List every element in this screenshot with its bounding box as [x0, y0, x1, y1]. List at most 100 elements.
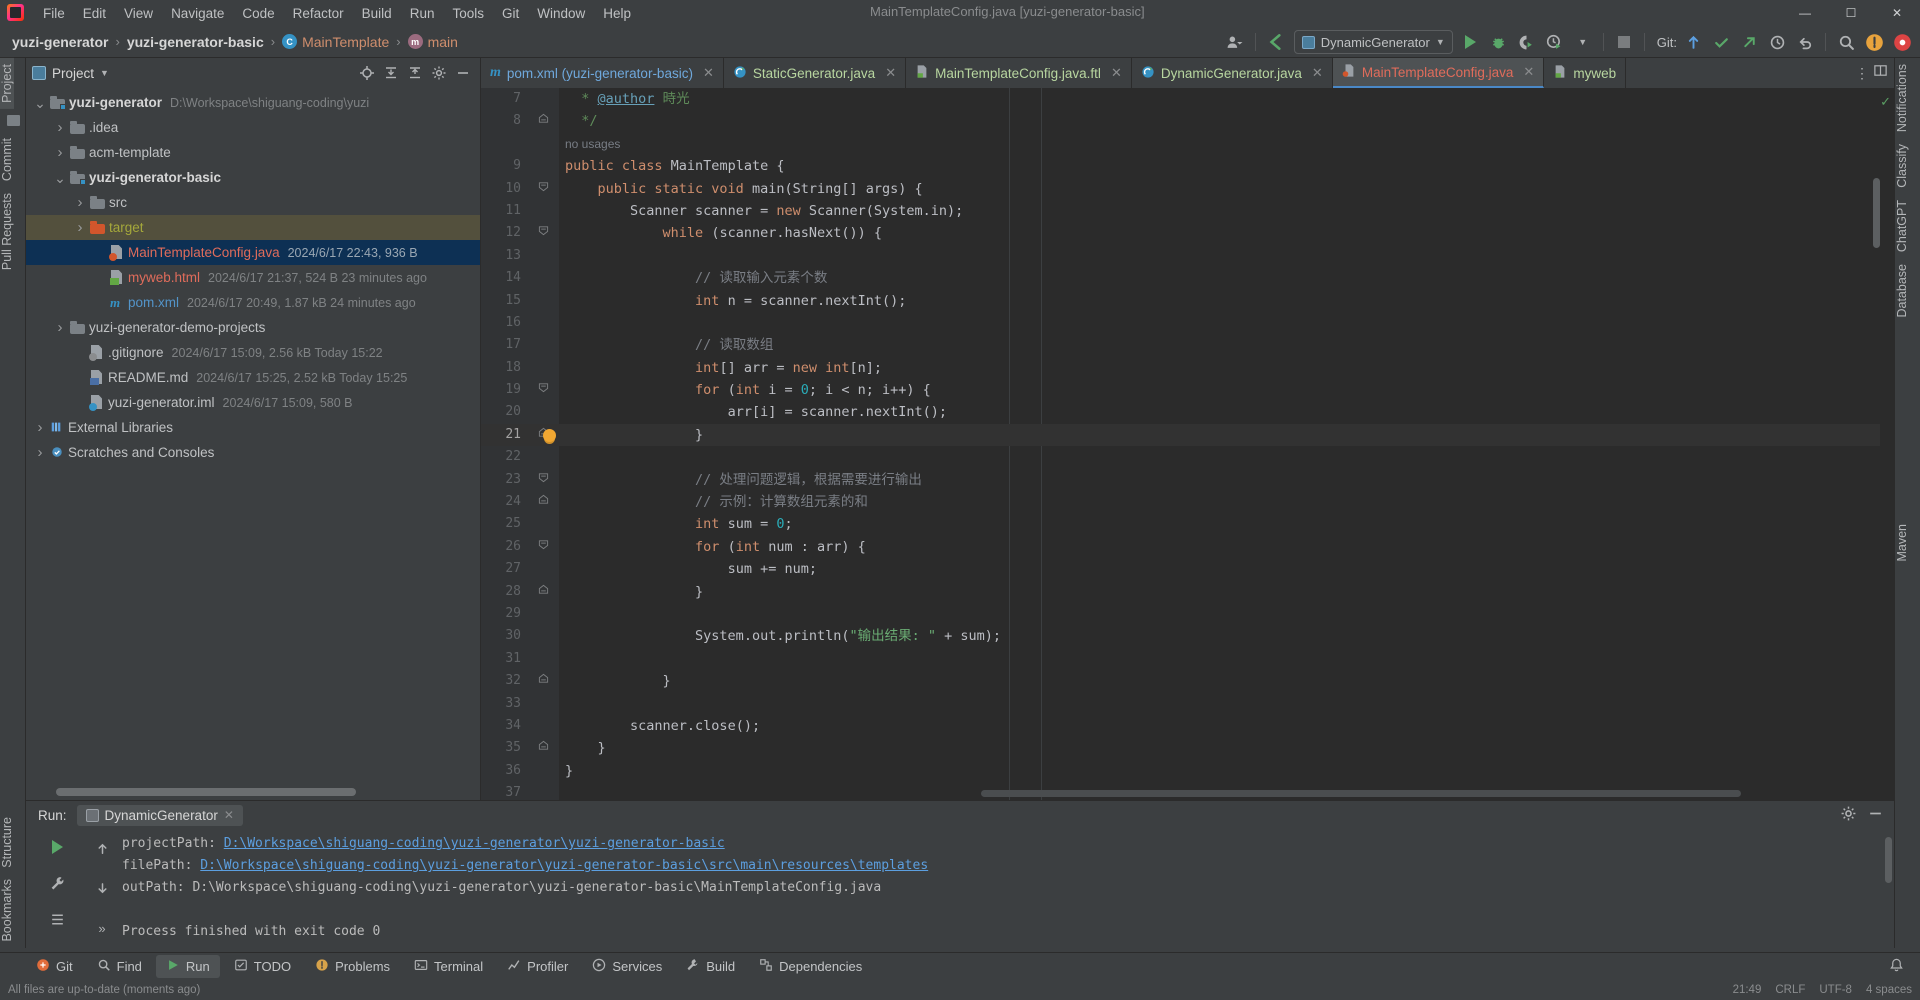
sidebar-tab-pull-requests[interactable]: Pull Requests: [0, 187, 14, 276]
chevron-right-icon[interactable]: ›: [72, 219, 88, 236]
chevron-down-icon[interactable]: ⌄: [52, 171, 68, 185]
tree-row[interactable]: myweb.html 2024/6/17 21:37, 524 B 23 minu…: [26, 265, 480, 290]
code-line[interactable]: 27 sum += num;: [481, 558, 1894, 580]
chevron-right-icon[interactable]: ›: [52, 144, 68, 161]
chevron-right-icon[interactable]: ›: [72, 194, 88, 211]
tree-row[interactable]: README.md 2024/6/17 15:25, 2.52 kB Today …: [26, 365, 480, 390]
code-line[interactable]: 19 for (int i = 0; i < n; i++) {: [481, 379, 1894, 401]
fold-toggle-icon[interactable]: [527, 110, 559, 132]
code-line[interactable]: 35 }: [481, 737, 1894, 759]
fold-toggle-icon[interactable]: [527, 536, 559, 558]
scroll-down-icon[interactable]: [89, 875, 115, 901]
editor-tab[interactable]: m pom.xml (yuzi-generator-basic) ✕: [481, 58, 724, 88]
undo-icon[interactable]: [1792, 29, 1818, 55]
tree-row[interactable]: › External Libraries: [26, 415, 480, 440]
menu-item-navigate[interactable]: Navigate: [162, 4, 233, 23]
tree-row[interactable]: m pom.xml 2024/6/17 20:49, 1.87 kB 24 minu…: [26, 290, 480, 315]
menu-item-build[interactable]: Build: [353, 4, 401, 23]
code-line[interactable]: 32 }: [481, 670, 1894, 692]
layout-icon[interactable]: [44, 908, 70, 932]
status-bar-item-todo[interactable]: TODO: [224, 955, 301, 978]
editor-tab[interactable]: MainTemplateConfig.java.ftl ✕: [906, 58, 1132, 88]
code-line[interactable]: 14 // 读取输入元素个数: [481, 267, 1894, 289]
breadcrumb-class[interactable]: MainTemplate: [302, 34, 389, 50]
maximize-button[interactable]: ☐: [1828, 0, 1874, 26]
tree-row[interactable]: ⌄ yuzi-generator D:\Workspace\shiguang-cod…: [26, 90, 480, 115]
sidebar-tab-commit[interactable]: Commit: [0, 132, 14, 187]
code-line[interactable]: 13: [481, 245, 1894, 267]
run-configuration-selector[interactable]: DynamicGenerator ▼: [1293, 30, 1453, 54]
tree-row[interactable]: › yuzi-generator-demo-projects: [26, 315, 480, 340]
code-line[interactable]: 9 public class MainTemplate {: [481, 155, 1894, 177]
code-line[interactable]: no usages: [481, 133, 1894, 155]
code-line[interactable]: 10 public static void main(String[] args…: [481, 178, 1894, 200]
status-bar-item-build[interactable]: Build: [676, 955, 745, 978]
stop-button[interactable]: [1611, 29, 1637, 55]
minimize-panel-icon[interactable]: [1867, 805, 1884, 825]
updates-icon[interactable]: [1861, 29, 1887, 55]
status-bar-item-dependencies[interactable]: Dependencies: [749, 955, 872, 978]
menu-item-edit[interactable]: Edit: [74, 4, 115, 23]
code-line[interactable]: 36}: [481, 760, 1894, 782]
status-bar-item-problems[interactable]: Problems: [305, 955, 400, 978]
editor-vertical-scrollbar[interactable]: [1873, 178, 1880, 248]
run-button[interactable]: [1458, 29, 1484, 55]
sidebar-tab-project[interactable]: Project: [0, 58, 14, 109]
tree-row[interactable]: › .idea: [26, 115, 480, 140]
rerun-button[interactable]: [44, 835, 70, 859]
project-horizontal-scrollbar[interactable]: [56, 788, 476, 796]
wrench-icon[interactable]: [44, 871, 70, 895]
status-bar-item-git[interactable]: Git: [26, 955, 83, 978]
hide-panel-icon[interactable]: [452, 62, 474, 84]
split-editor-icon[interactable]: [1873, 63, 1888, 83]
fold-toggle-icon[interactable]: [527, 469, 559, 491]
chevron-right-icon[interactable]: ›: [32, 444, 48, 461]
menu-item-code[interactable]: Code: [233, 4, 283, 23]
code-viewport[interactable]: 7 * @author 時光 8 */no usages 9 public class…: [481, 88, 1894, 800]
history-icon[interactable]: [1764, 29, 1790, 55]
more-tabs-icon[interactable]: ⋮: [1855, 65, 1869, 82]
chevron-right-icon[interactable]: ›: [52, 119, 68, 136]
chevron-down-icon[interactable]: ⌄: [32, 96, 48, 110]
close-icon[interactable]: ✕: [703, 65, 714, 81]
code-line[interactable]: 22: [481, 446, 1894, 468]
code-line[interactable]: 24 // 示例：计算数组元素的和: [481, 491, 1894, 513]
sidebar-tab-chatgpt[interactable]: ChatGPT: [1895, 194, 1909, 258]
menu-item-help[interactable]: Help: [594, 4, 640, 23]
user-icon[interactable]: [1222, 29, 1248, 55]
locate-icon[interactable]: [356, 62, 378, 84]
code-line[interactable]: 11 Scanner scanner = new Scanner(System.…: [481, 200, 1894, 222]
expand-more-icon[interactable]: »: [89, 915, 115, 941]
tree-row[interactable]: › target: [26, 215, 480, 240]
sidebar-tab-structure[interactable]: Structure: [0, 811, 14, 874]
run-tab-dynamicgenerator[interactable]: DynamicGenerator ✕: [76, 804, 243, 826]
editor-tab[interactable]: DynamicGenerator.java ✕: [1132, 58, 1333, 88]
code-line[interactable]: 29: [481, 603, 1894, 625]
indent-indicator[interactable]: 4 spaces: [1866, 984, 1912, 996]
run-with-coverage-button[interactable]: [1514, 29, 1540, 55]
code-line[interactable]: 18 int[] arr = new int[n];: [481, 357, 1894, 379]
code-line[interactable]: 15 int n = scanner.nextInt();: [481, 290, 1894, 312]
git-commit-icon[interactable]: [1708, 29, 1734, 55]
editor-tab[interactable]: StaticGenerator.java ✕: [724, 58, 907, 88]
close-icon[interactable]: ✕: [1523, 64, 1534, 80]
collapse-all-icon[interactable]: [404, 62, 426, 84]
close-icon[interactable]: ✕: [885, 65, 896, 81]
sidebar-tab-maven[interactable]: Maven: [1895, 518, 1909, 568]
tree-row[interactable]: .gitignore 2024/6/17 15:09, 2.56 kB Today…: [26, 340, 480, 365]
fold-toggle-icon[interactable]: [527, 379, 559, 401]
minimize-button[interactable]: —: [1782, 0, 1828, 26]
tree-row[interactable]: MainTemplateConfig.java 2024/6/17 22:43, …: [26, 240, 480, 265]
chevron-down-icon[interactable]: ▼: [100, 68, 109, 78]
fold-toggle-icon[interactable]: [527, 491, 559, 513]
sidebar-tab-classify[interactable]: Classify: [1895, 138, 1909, 194]
console-vertical-scrollbar[interactable]: [1885, 837, 1892, 883]
code-line[interactable]: 23 // 处理问题逻辑，根据需要进行输出: [481, 469, 1894, 491]
console-path-link[interactable]: D:\Workspace\shiguang-coding\yuzi-genera…: [200, 858, 928, 873]
status-bar-item-profiler[interactable]: Profiler: [497, 955, 578, 978]
code-lines[interactable]: 7 * @author 時光 8 */no usages 9 public class…: [481, 88, 1894, 800]
code-line[interactable]: 16: [481, 312, 1894, 334]
tree-row[interactable]: › src: [26, 190, 480, 215]
code-line[interactable]: 8 */: [481, 110, 1894, 132]
git-push-icon[interactable]: [1736, 29, 1762, 55]
